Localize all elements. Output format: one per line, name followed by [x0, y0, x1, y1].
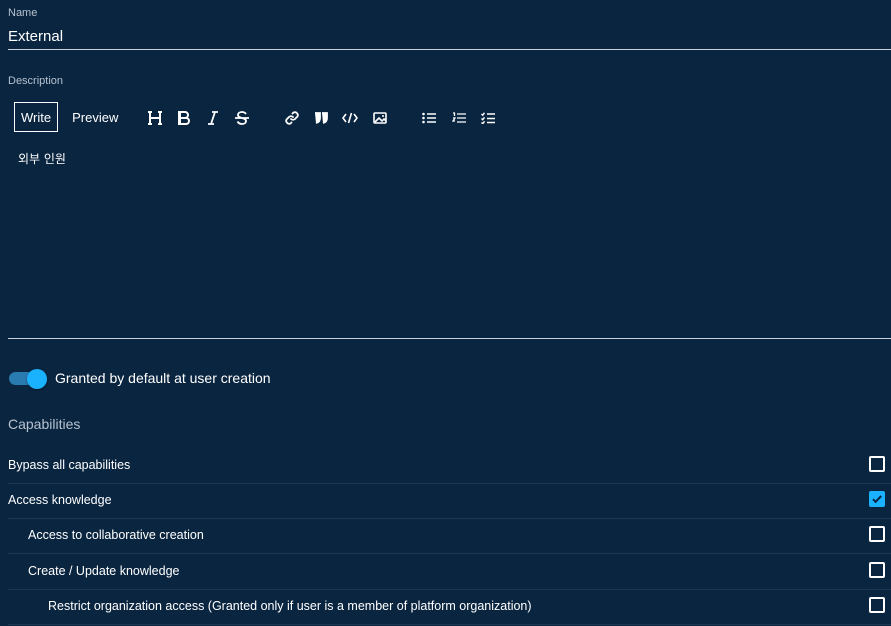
capability-checkbox[interactable] — [869, 562, 885, 578]
name-label: Name — [8, 7, 38, 19]
tab-preview[interactable]: Preview — [72, 110, 118, 125]
name-input[interactable]: External — [8, 28, 63, 45]
description-underline — [8, 338, 891, 339]
numbered-list-icon[interactable] — [449, 108, 469, 128]
capability-label: Access to collaborative creation — [28, 528, 204, 542]
image-icon[interactable] — [370, 108, 390, 128]
strikethrough-icon[interactable] — [232, 108, 252, 128]
capability-row: Create / Update knowledge — [8, 554, 891, 590]
heading-icon[interactable] — [145, 108, 165, 128]
quote-icon[interactable] — [311, 108, 331, 128]
capability-row: Restrict organization access (Granted on… — [8, 589, 891, 625]
capability-label: Restrict organization access (Granted on… — [48, 599, 532, 613]
capability-checkbox[interactable] — [869, 526, 885, 542]
default-grant-label: Granted by default at user creation — [55, 370, 271, 386]
capabilities-title: Capabilities — [8, 416, 81, 432]
editor-tabs: Write Preview — [14, 101, 118, 133]
capability-label: Access knowledge — [8, 493, 112, 507]
code-icon[interactable] — [340, 108, 360, 128]
italic-icon[interactable] — [203, 108, 223, 128]
capability-checkbox[interactable] — [869, 456, 885, 472]
checklist-icon[interactable] — [478, 108, 498, 128]
description-label: Description — [8, 75, 64, 87]
default-grant-toggle[interactable] — [9, 369, 47, 389]
capability-row: Access to collaborative creation — [8, 518, 891, 554]
checkmark-icon — [872, 495, 882, 504]
link-icon[interactable] — [282, 108, 302, 128]
capability-label: Create / Update knowledge — [28, 564, 180, 578]
toggle-thumb — [27, 369, 47, 389]
capability-row: Access knowledge — [8, 483, 891, 519]
name-input-underline — [8, 49, 891, 50]
capability-row: Bypass all capabilities — [8, 448, 891, 484]
bulleted-list-icon[interactable] — [419, 108, 439, 128]
capability-label: Bypass all capabilities — [8, 458, 131, 472]
capability-checkbox[interactable] — [869, 597, 885, 613]
capability-checkbox[interactable] — [869, 491, 885, 507]
bold-icon[interactable] — [174, 108, 194, 128]
tab-write[interactable]: Write — [14, 102, 59, 132]
description-textarea[interactable]: 외부 인원 — [18, 150, 66, 167]
